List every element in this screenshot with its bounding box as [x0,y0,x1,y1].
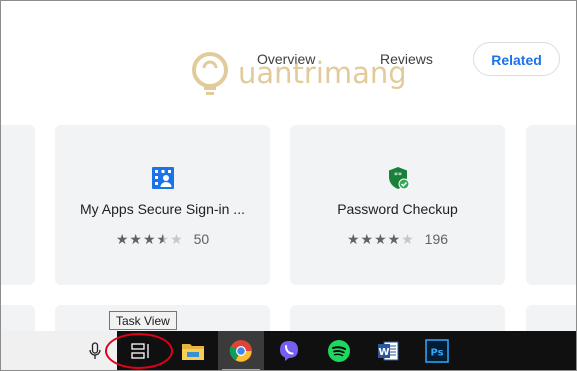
task-view-tooltip: Task View [109,311,177,330]
star-icon: ★ [360,230,375,247]
chrome-icon [229,340,252,362]
task-view-button[interactable] [118,331,164,371]
card-partial-left[interactable] [0,125,35,285]
word-button[interactable]: W [365,331,411,371]
card-title: Password Checkup [337,201,458,217]
task-view-icon [131,343,149,359]
spotify-icon [328,340,350,362]
password-shield-check-icon: ** [388,167,409,190]
tab-overview[interactable]: Overview [257,42,315,76]
app-card-password-checkup[interactable]: ** Password Checkup ★★★★★ 196 [290,125,505,285]
rating-count: 196 [424,231,449,248]
card-rating: ★★★★★ 50 [55,230,270,248]
tab-reviews[interactable]: Reviews [380,42,433,76]
extension-page: Overview Reviews Related uantrimang My A [0,0,577,331]
star-icon: ★ [401,230,415,247]
card-title: My Apps Secure Sign-in ... [80,201,245,217]
star-icon: ★ [374,230,388,247]
svg-text:W: W [378,347,389,358]
star-icon: ★ [387,230,402,247]
star-icon: ★ [156,230,171,247]
related-cards: My Apps Secure Sign-in ... ★★★★★ 50 ** P… [0,125,577,285]
star-icon: ★ [170,230,184,247]
star-rating: ★★★★★ [347,231,415,248]
file-explorer-icon [182,344,204,360]
card-partial-right[interactable] [526,125,577,285]
star-icon: ★ [115,230,130,247]
file-explorer-button[interactable] [170,331,216,371]
card-partial-bottom[interactable] [0,305,35,331]
microphone-icon[interactable] [80,331,110,371]
rating-count: 50 [193,231,210,248]
star-icon: ★ [129,230,143,247]
svg-text:Ps: Ps [430,348,443,359]
viber-icon [280,341,298,361]
star-icon: ★ [142,230,157,247]
chrome-button[interactable] [218,331,264,371]
svg-text:**: ** [394,171,402,180]
tab-related[interactable]: Related [473,42,560,76]
card-partial-bottom[interactable] [526,305,577,331]
card-rating: ★★★★★ 196 [290,230,505,248]
star-rating: ★★★★★ [116,231,184,248]
photoshop-button[interactable]: Ps [414,331,460,371]
app-card-my-apps[interactable]: My Apps Secure Sign-in ... ★★★★★ 50 [55,125,270,285]
star-icon: ★ [346,230,361,247]
spotify-button[interactable] [316,331,362,371]
my-apps-building-icon [151,167,174,189]
card-partial-bottom[interactable] [290,305,505,331]
windows-taskbar: W Ps [0,331,577,371]
word-icon: W [378,341,399,361]
photoshop-icon: Ps [425,339,449,363]
viber-button[interactable] [266,331,312,371]
lightbulb-icon [192,52,228,95]
